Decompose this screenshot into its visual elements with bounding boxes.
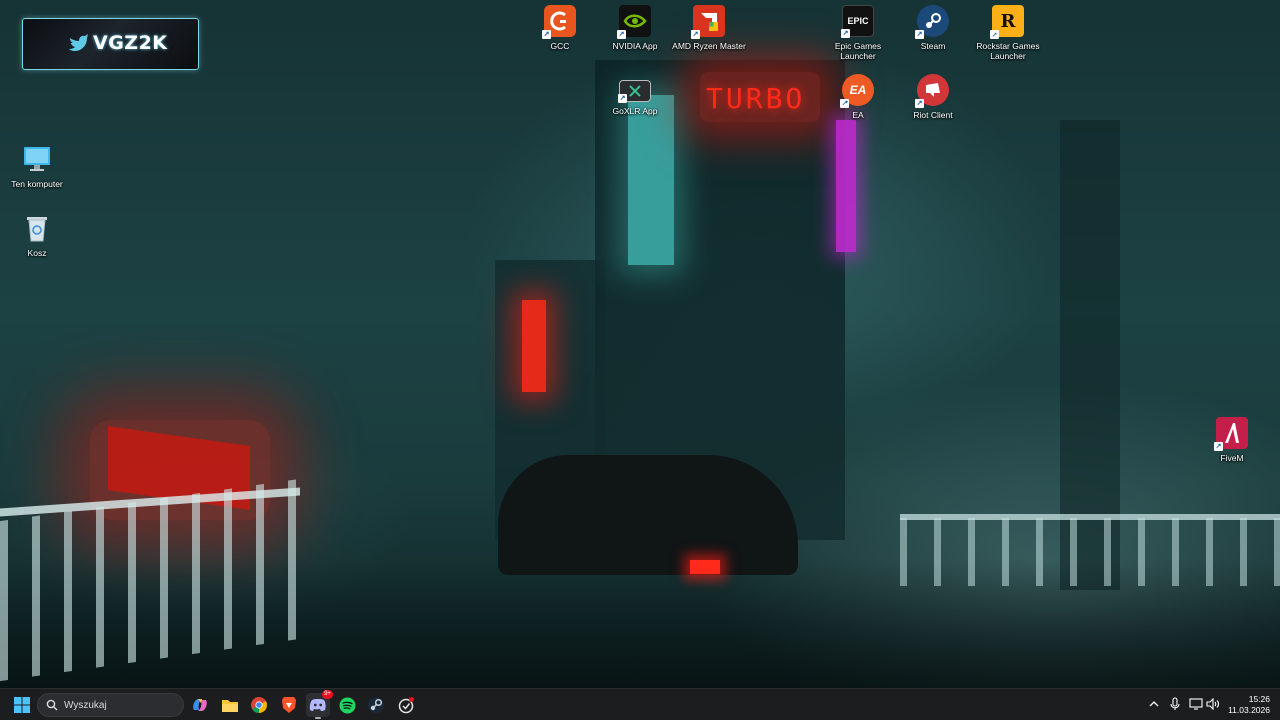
start-button[interactable] — [10, 693, 34, 717]
clock-time: 15:26 — [1248, 694, 1270, 704]
taskbar-file-explorer[interactable] — [218, 693, 242, 717]
ea-glyph: EA — [849, 83, 867, 97]
wallpaper-railing-right — [900, 518, 1280, 586]
desktop-icon-label: Steam — [920, 41, 946, 51]
discord-badge: 9+ — [322, 690, 333, 699]
chevron-up-icon — [1149, 701, 1159, 707]
steam-icon: ↗ — [915, 5, 949, 39]
spotify-icon — [339, 697, 355, 713]
shortcut-arrow-icon: ↗ — [618, 94, 627, 103]
wallpaper-turbo-sign: TURBO — [706, 82, 806, 115]
taskbar-chrome[interactable] — [247, 693, 271, 717]
search-icon — [46, 699, 58, 711]
taskbar-app-alert[interactable] — [394, 693, 418, 717]
tray-display[interactable] — [1187, 695, 1205, 713]
taskbar: Wyszukaj 9+ 15:26 11.03.2026 — [0, 688, 1280, 720]
taskbar-clock[interactable]: 15:26 11.03.2026 — [1226, 694, 1270, 716]
shortcut-arrow-icon: ↗ — [841, 29, 850, 38]
riot-client-icon: ↗ — [915, 74, 949, 108]
fivem-icon: ↗ — [1214, 417, 1248, 451]
desktop-icon-steam[interactable]: ↗ Steam — [893, 5, 973, 51]
desktop-icon-label: EA — [852, 110, 864, 120]
gcc-icon: ↗ — [542, 5, 576, 39]
clock-date: 11.03.2026 — [1228, 705, 1270, 715]
desktop-icon-label: AMD Ryzen Master — [672, 41, 746, 51]
desktop-icon-ten-komputer[interactable]: Ten komputer — [0, 143, 77, 189]
rockstar-glyph: R — [1000, 10, 1016, 32]
copilot-icon — [193, 699, 207, 711]
chrome-icon — [251, 697, 267, 713]
taskbar-brave[interactable] — [277, 693, 301, 717]
tray-microphone[interactable] — [1166, 695, 1184, 713]
shortcut-arrow-icon: ↗ — [691, 30, 700, 39]
windows-icon — [14, 697, 30, 713]
shortcut-arrow-icon: ↗ — [1214, 442, 1223, 451]
desktop-icon-nvidia-app[interactable]: ↗ NVIDIA App — [595, 5, 675, 51]
desktop-icon-label: Rockstar Games Launcher — [976, 41, 1040, 61]
desktop-icon-label: Ten komputer — [11, 179, 63, 189]
display-icon — [1189, 698, 1203, 710]
taskbar-steam[interactable] — [364, 693, 388, 717]
search-placeholder: Wyszukaj — [64, 700, 107, 711]
rockstar-icon: R ↗ — [990, 5, 1024, 39]
discord-icon — [309, 699, 326, 711]
shortcut-arrow-icon: ↗ — [915, 30, 924, 39]
taskbar-discord[interactable]: 9+ — [306, 690, 333, 719]
wallpaper-car — [498, 455, 798, 575]
logo-widget[interactable]: VGZ2K — [22, 18, 199, 70]
speaker-icon — [1206, 698, 1220, 710]
app-alert-icon — [398, 697, 414, 714]
tray-volume[interactable] — [1204, 695, 1222, 713]
steam-icon — [368, 697, 384, 713]
desktop-icon-label: Epic Games Launcher — [834, 41, 882, 61]
desktop-icon-epic-games-launcher[interactable]: EPIC ↗ Epic Games Launcher — [818, 5, 898, 61]
taskbar-copilot[interactable] — [188, 693, 212, 717]
epic-games-icon: EPIC ↗ — [841, 5, 874, 38]
wallpaper-magenta-neon-sign — [836, 120, 856, 252]
desktop-icon-gcc[interactable]: ↗ GCC — [520, 5, 600, 51]
amd-ryzen-master-icon: ↗ — [691, 5, 725, 39]
desktop-icon-label: NVIDIA App — [612, 41, 658, 51]
wallpaper-cyan-neon-sign — [628, 95, 674, 265]
wallpaper-car-taillight — [690, 560, 720, 574]
desktop-icon-kosz[interactable]: Kosz — [0, 212, 77, 258]
desktop-icon-goxlr-app[interactable]: ↗ GoXLR App — [595, 74, 675, 116]
active-indicator — [315, 717, 321, 719]
desktop-icon-rockstar-games-launcher[interactable]: R ↗ Rockstar Games Launcher — [968, 5, 1048, 61]
microphone-icon — [1170, 697, 1180, 710]
folder-icon — [222, 699, 238, 712]
shortcut-arrow-icon: ↗ — [617, 30, 626, 39]
taskbar-spotify[interactable] — [335, 693, 359, 717]
desktop-icon-label: GCC — [550, 41, 570, 51]
shortcut-arrow-icon: ↗ — [542, 30, 551, 39]
desktop-icon-riot-client[interactable]: ↗ Riot Client — [893, 74, 973, 120]
wallpaper-red-vertical-sign — [522, 300, 546, 392]
search-input[interactable]: Wyszukaj — [37, 693, 184, 717]
bird-logo-icon — [69, 34, 88, 51]
desktop-icon-label: GoXLR App — [612, 106, 658, 116]
desktop-icon-ea[interactable]: EA ↗ EA — [818, 74, 898, 120]
shortcut-arrow-icon: ↗ — [840, 99, 849, 108]
desktop-icon-label: Kosz — [27, 248, 47, 258]
epic-games-glyph: EPIC — [847, 16, 869, 26]
shortcut-arrow-icon: ↗ — [990, 30, 999, 39]
desktop-icon-fivem[interactable]: ↗ FiveM — [1192, 417, 1272, 463]
logo-text: VGZ2K — [93, 32, 168, 54]
tray-overflow[interactable] — [1145, 695, 1163, 713]
desktop-icon-amd-ryzen-master[interactable]: ↗ AMD Ryzen Master — [669, 5, 749, 51]
desktop-icon-label: FiveM — [1220, 453, 1244, 463]
shortcut-arrow-icon: ↗ — [915, 99, 924, 108]
brave-icon — [282, 697, 296, 713]
desktop-icon-label: Riot Client — [913, 110, 953, 120]
goxlr-icon: ↗ — [618, 80, 651, 103]
monitor-icon — [21, 143, 53, 175]
recycle-bin-icon — [21, 212, 53, 244]
ea-icon: EA ↗ — [840, 74, 874, 108]
nvidia-icon: ↗ — [617, 5, 651, 39]
